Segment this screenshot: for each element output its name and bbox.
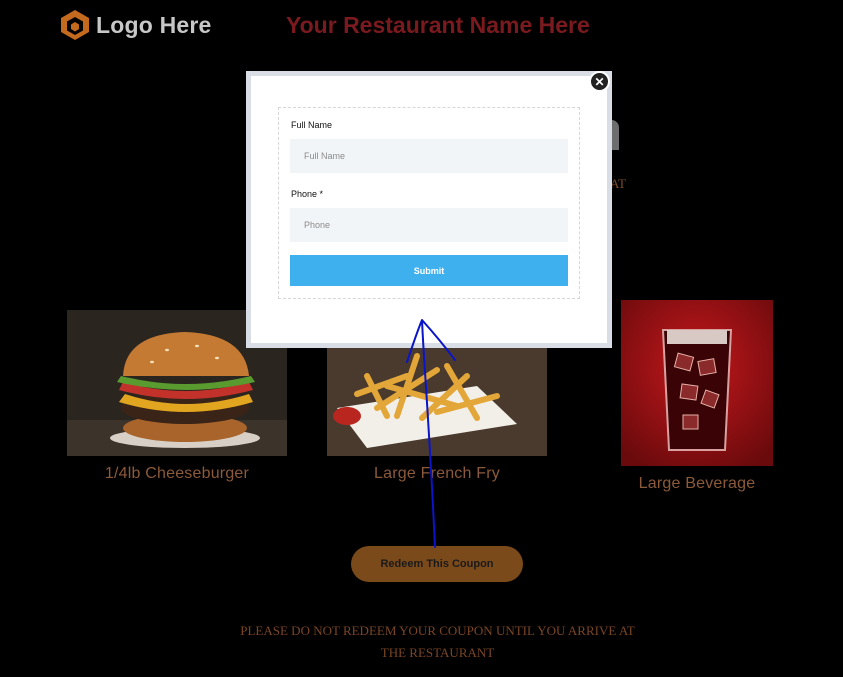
full-name-label: Full Name [291,120,333,130]
beverage-image [621,300,773,466]
logo-text: Logo Here [96,11,212,38]
notice-line-1: PLEASE DO NOT REDEEM YOUR COUPON UNTIL Y… [240,623,635,638]
background-partial-text: AT [610,176,626,191]
restaurant-name: Your Restaurant Name Here [286,12,590,38]
notice-line-2: THE RESTAURANT [380,645,495,660]
logo-hexagon-icon [61,10,89,40]
full-name-input[interactable] [290,139,568,173]
submit-button[interactable]: Submit [290,255,568,286]
phone-label: Phone * [291,189,324,199]
close-icon[interactable]: ✕ [589,71,610,92]
redeem-notice: PLEASE DO NOT REDEEM YOUR COUPON UNTIL Y… [230,620,645,664]
cheeseburger-caption: 1/4lb Cheeseburger [104,465,250,482]
annotation-arrow-icon [406,319,456,548]
beverage-caption: Large Beverage [638,475,756,492]
phone-input[interactable] [290,208,568,242]
logo: Logo Here [60,9,212,41]
